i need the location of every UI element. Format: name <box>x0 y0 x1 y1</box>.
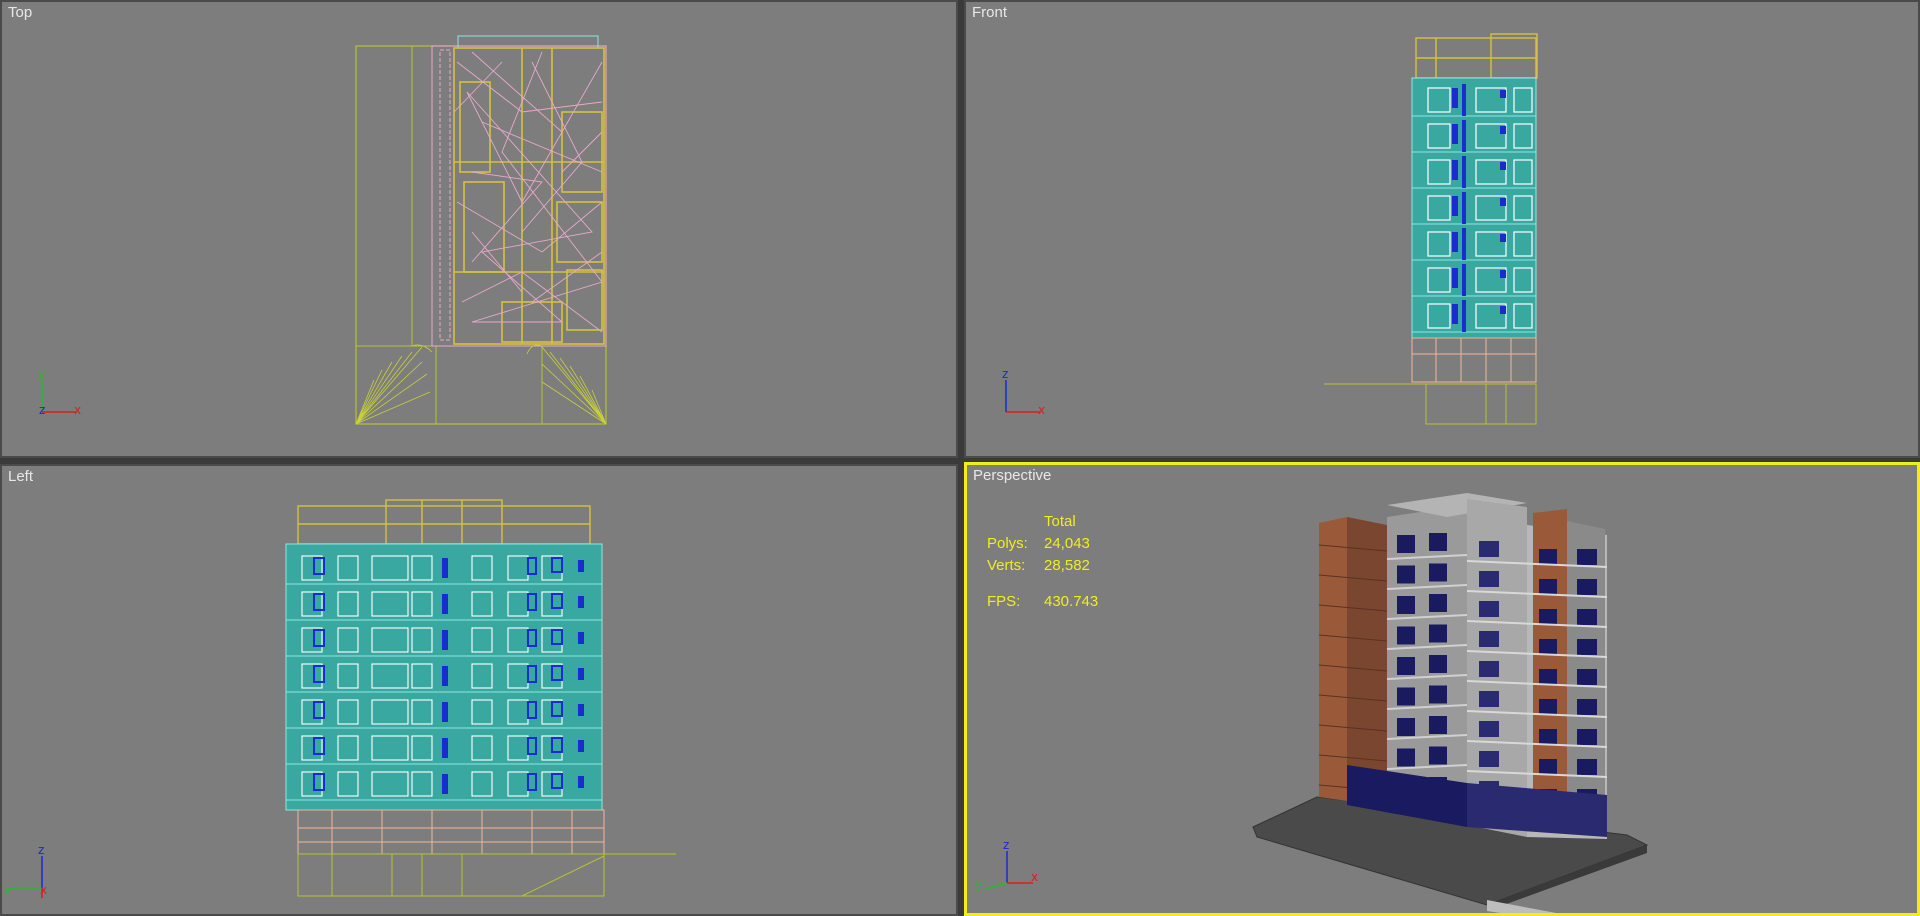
left-axis-gizmo: z y x <box>4 843 47 898</box>
top-axis-gizmo: y x z <box>38 367 81 417</box>
top-axis-x-label: x <box>74 403 81 417</box>
perspective-building-render <box>1252 493 1649 913</box>
front-axis-x-label: x <box>1038 403 1045 417</box>
viewport-left[interactable]: Left z y x <box>0 464 958 916</box>
viewport-front[interactable]: Front z x <box>964 0 1920 458</box>
perspective-axis-z-label: z <box>1003 838 1009 852</box>
perspective-axis-y-label: y <box>975 878 982 892</box>
front-view-wireframe <box>1324 33 1538 425</box>
top-axis-z-label: z <box>39 403 45 417</box>
viewport-layout: Top y x z Front z x Left z y x Perspecti… <box>0 0 1920 916</box>
perspective-axis-gizmo: z y x <box>975 838 1038 892</box>
left-axis-z-label: z <box>38 843 44 857</box>
perspective-axis-x-label: x <box>1031 870 1038 884</box>
top-view-wireframe <box>355 35 607 425</box>
left-axis-x-label: x <box>40 883 47 897</box>
viewport-perspective[interactable]: Perspective Total Polys: 24,043 Verts: 28,… <box>964 462 1920 916</box>
viewport-top[interactable]: Top y x z <box>0 0 958 458</box>
top-axis-y-label: y <box>38 367 45 381</box>
front-axis-gizmo: z x <box>1002 367 1045 417</box>
left-view-wireframe <box>285 499 676 897</box>
left-axis-y-label: y <box>4 883 11 897</box>
front-axis-z-label: z <box>1002 367 1008 381</box>
